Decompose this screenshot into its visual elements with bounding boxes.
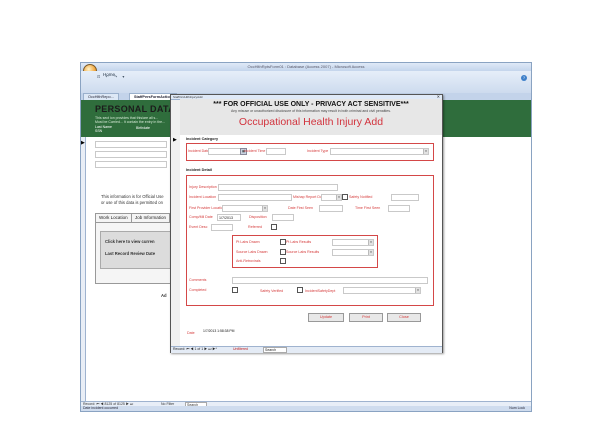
popup-selector-arrow-icon: ▶ [173,137,177,143]
comments-label: Comments [189,278,207,282]
referred-label: Referred [248,225,262,229]
privacy-warning-subtext: Any misuse or unauthorized disclosure of… [231,109,391,113]
privacy-notice-line-2: or use of this data is permitted on [101,200,163,205]
comp-mil-date-label: Comp/Mil Date [189,215,213,219]
status-bar: Date incident occurred Num Lock [81,406,531,411]
safety-notified-label: Safety Notified [349,195,373,199]
status-text: Date incident occurred [83,406,119,410]
privacy-notice-line-1: This information is for Official Use [101,194,164,199]
close-button[interactable]: Close [387,313,421,322]
popup-header: *** FOR OFFICIAL USE ONLY - PRIVACY ACT … [180,99,442,135]
update-button[interactable]: Update [308,313,344,322]
window-title: OccHlthRptsForm01 : Database (Access 200… [247,64,365,69]
safety-verified-checkbox[interactable] [297,287,303,293]
pt-labs-drawn-label: Pt Labs Drawn [236,240,260,244]
add-button-partial[interactable]: Ad [161,293,167,298]
comp-mil-date-field[interactable]: 1/7/2013 [217,214,241,221]
last-name-field[interactable] [95,141,167,148]
privacy-warning: *** FOR OFFICIAL USE ONLY - PRIVACY ACT … [213,101,409,108]
help-icon[interactable]: ? [521,75,527,81]
first-provider-location-label: First Provider Location [189,206,225,210]
time-first-seen-field[interactable] [388,205,410,212]
mishap-report-done-dropdown[interactable]: ▾ [321,194,342,201]
completed-label: Completed [189,288,207,292]
safety-notified-field[interactable] [391,194,419,201]
incident-detail-heading: Incident Detail [186,168,212,172]
incident-time-field[interactable] [266,148,286,155]
date-first-seen-field[interactable] [319,205,343,212]
dropdown-arrow-icon: ▾ [368,250,373,255]
incident-location-label: Incident Location [189,195,217,199]
popup-search-box[interactable]: Search [263,347,288,353]
dropdown-arrow-icon: ▾ [415,288,420,293]
incident-location-field[interactable] [218,194,292,201]
anti-retrovirals-checkbox[interactable] [280,258,286,264]
title-bar: OccHlthRptsForm01 : Database (Access 200… [81,63,531,71]
dropdown-arrow-icon: ▾ [262,206,267,211]
view-current-link[interactable]: Click here to view curren [105,239,155,244]
dropdown-arrow-icon: ▾ [336,195,341,200]
ssn-label: SSN [95,129,103,133]
time-first-seen-label: Time First Seen [355,206,381,210]
popup-record-position[interactable]: Record: ⏮ ◀ 1 of 1 ▶ ⏭ ▶* [173,347,217,351]
popup-filter-indicator[interactable]: Unfiltered [233,347,248,351]
safety-verified-label: Safety Verified [260,289,284,293]
injury-add-popup: StaffOccHlthInjuryAdd ✕ *** FOR OFFICIAL… [170,94,443,353]
form-title: Occupational Health Injury Add [238,116,384,128]
incident-category-heading: Incident Category [186,137,219,141]
incident-date-label: Incident Date [188,149,210,153]
mishap-report-checkbox[interactable] [342,194,348,200]
event-desc-label: Event Desc [189,225,208,229]
injury-description-field[interactable] [218,184,338,191]
pt-labs-results-label: Pt Labs Results [286,240,312,244]
source-labs-results-dropdown[interactable]: ▾ [332,249,374,256]
completed-checkbox[interactable] [232,287,238,293]
num-lock-indicator: Num Lock [509,406,525,410]
incident-safety-dept-dropdown[interactable]: ▾ [343,287,421,294]
incident-safety-dept-label: IncidentSafetyDept [305,289,336,293]
popup-body: Incident Category Incident Date ▦ Incide… [180,135,442,346]
disposition-field[interactable] [272,214,294,221]
quick-access-toolbar[interactable]: ⊡ ↶ ↷ ▾ [97,74,126,79]
date-label: Date [187,331,195,335]
popup-record-navigation: Record: ⏮ ◀ 1 of 1 ▶ ⏭ ▶* Unfiltered Sea… [171,346,442,353]
pt-labs-results-dropdown[interactable]: ▾ [332,239,374,246]
form-header-subtitle-2: Must be Carried... It contain the entry … [95,120,166,124]
record-selector[interactable] [81,137,86,401]
ribbon: Home [81,71,531,94]
ssn-field[interactable] [95,151,167,158]
anti-retrovirals-label: Anti-Retrovirals [236,259,261,263]
date-value: 1/7/2013 1:58:38 PM [203,329,235,333]
incident-time-label: Incident Time [244,149,266,153]
first-provider-location-dropdown[interactable]: ▾ [222,205,268,212]
disposition-label: Disposition [249,215,267,219]
source-labs-drawn-label: Source Labs Drawn [236,250,268,254]
date-first-seen-label: Date First Seen [288,206,313,210]
print-button[interactable]: Print [349,313,383,322]
record-selector-arrow-icon: ▶ [81,140,85,146]
injury-description-label: Injury Description [189,185,217,189]
work-location-panel: Click here to view curren Last Record Re… [95,222,182,284]
source-labs-results-label: Source Labs Results [286,250,320,254]
comp-mil-date-value: 1/7/2013 [219,216,233,220]
incident-date-field[interactable] [208,148,242,155]
event-desc-field[interactable] [211,224,233,231]
referred-checkbox[interactable] [271,224,277,230]
view-current-panel[interactable]: Click here to view curren Last Record Re… [100,231,178,269]
dropdown-arrow-icon: ▾ [368,240,373,245]
birthdate-label: Birthdate [136,126,151,130]
dropdown-arrow-icon: ▾ [423,149,428,154]
incident-type-label: Incident Type [307,149,329,153]
last-record-review-label: Last Record Review Date [105,251,156,256]
birthdate-field[interactable] [95,161,167,168]
incident-type-dropdown[interactable]: ▾ [330,148,429,155]
comments-field[interactable] [232,277,428,284]
